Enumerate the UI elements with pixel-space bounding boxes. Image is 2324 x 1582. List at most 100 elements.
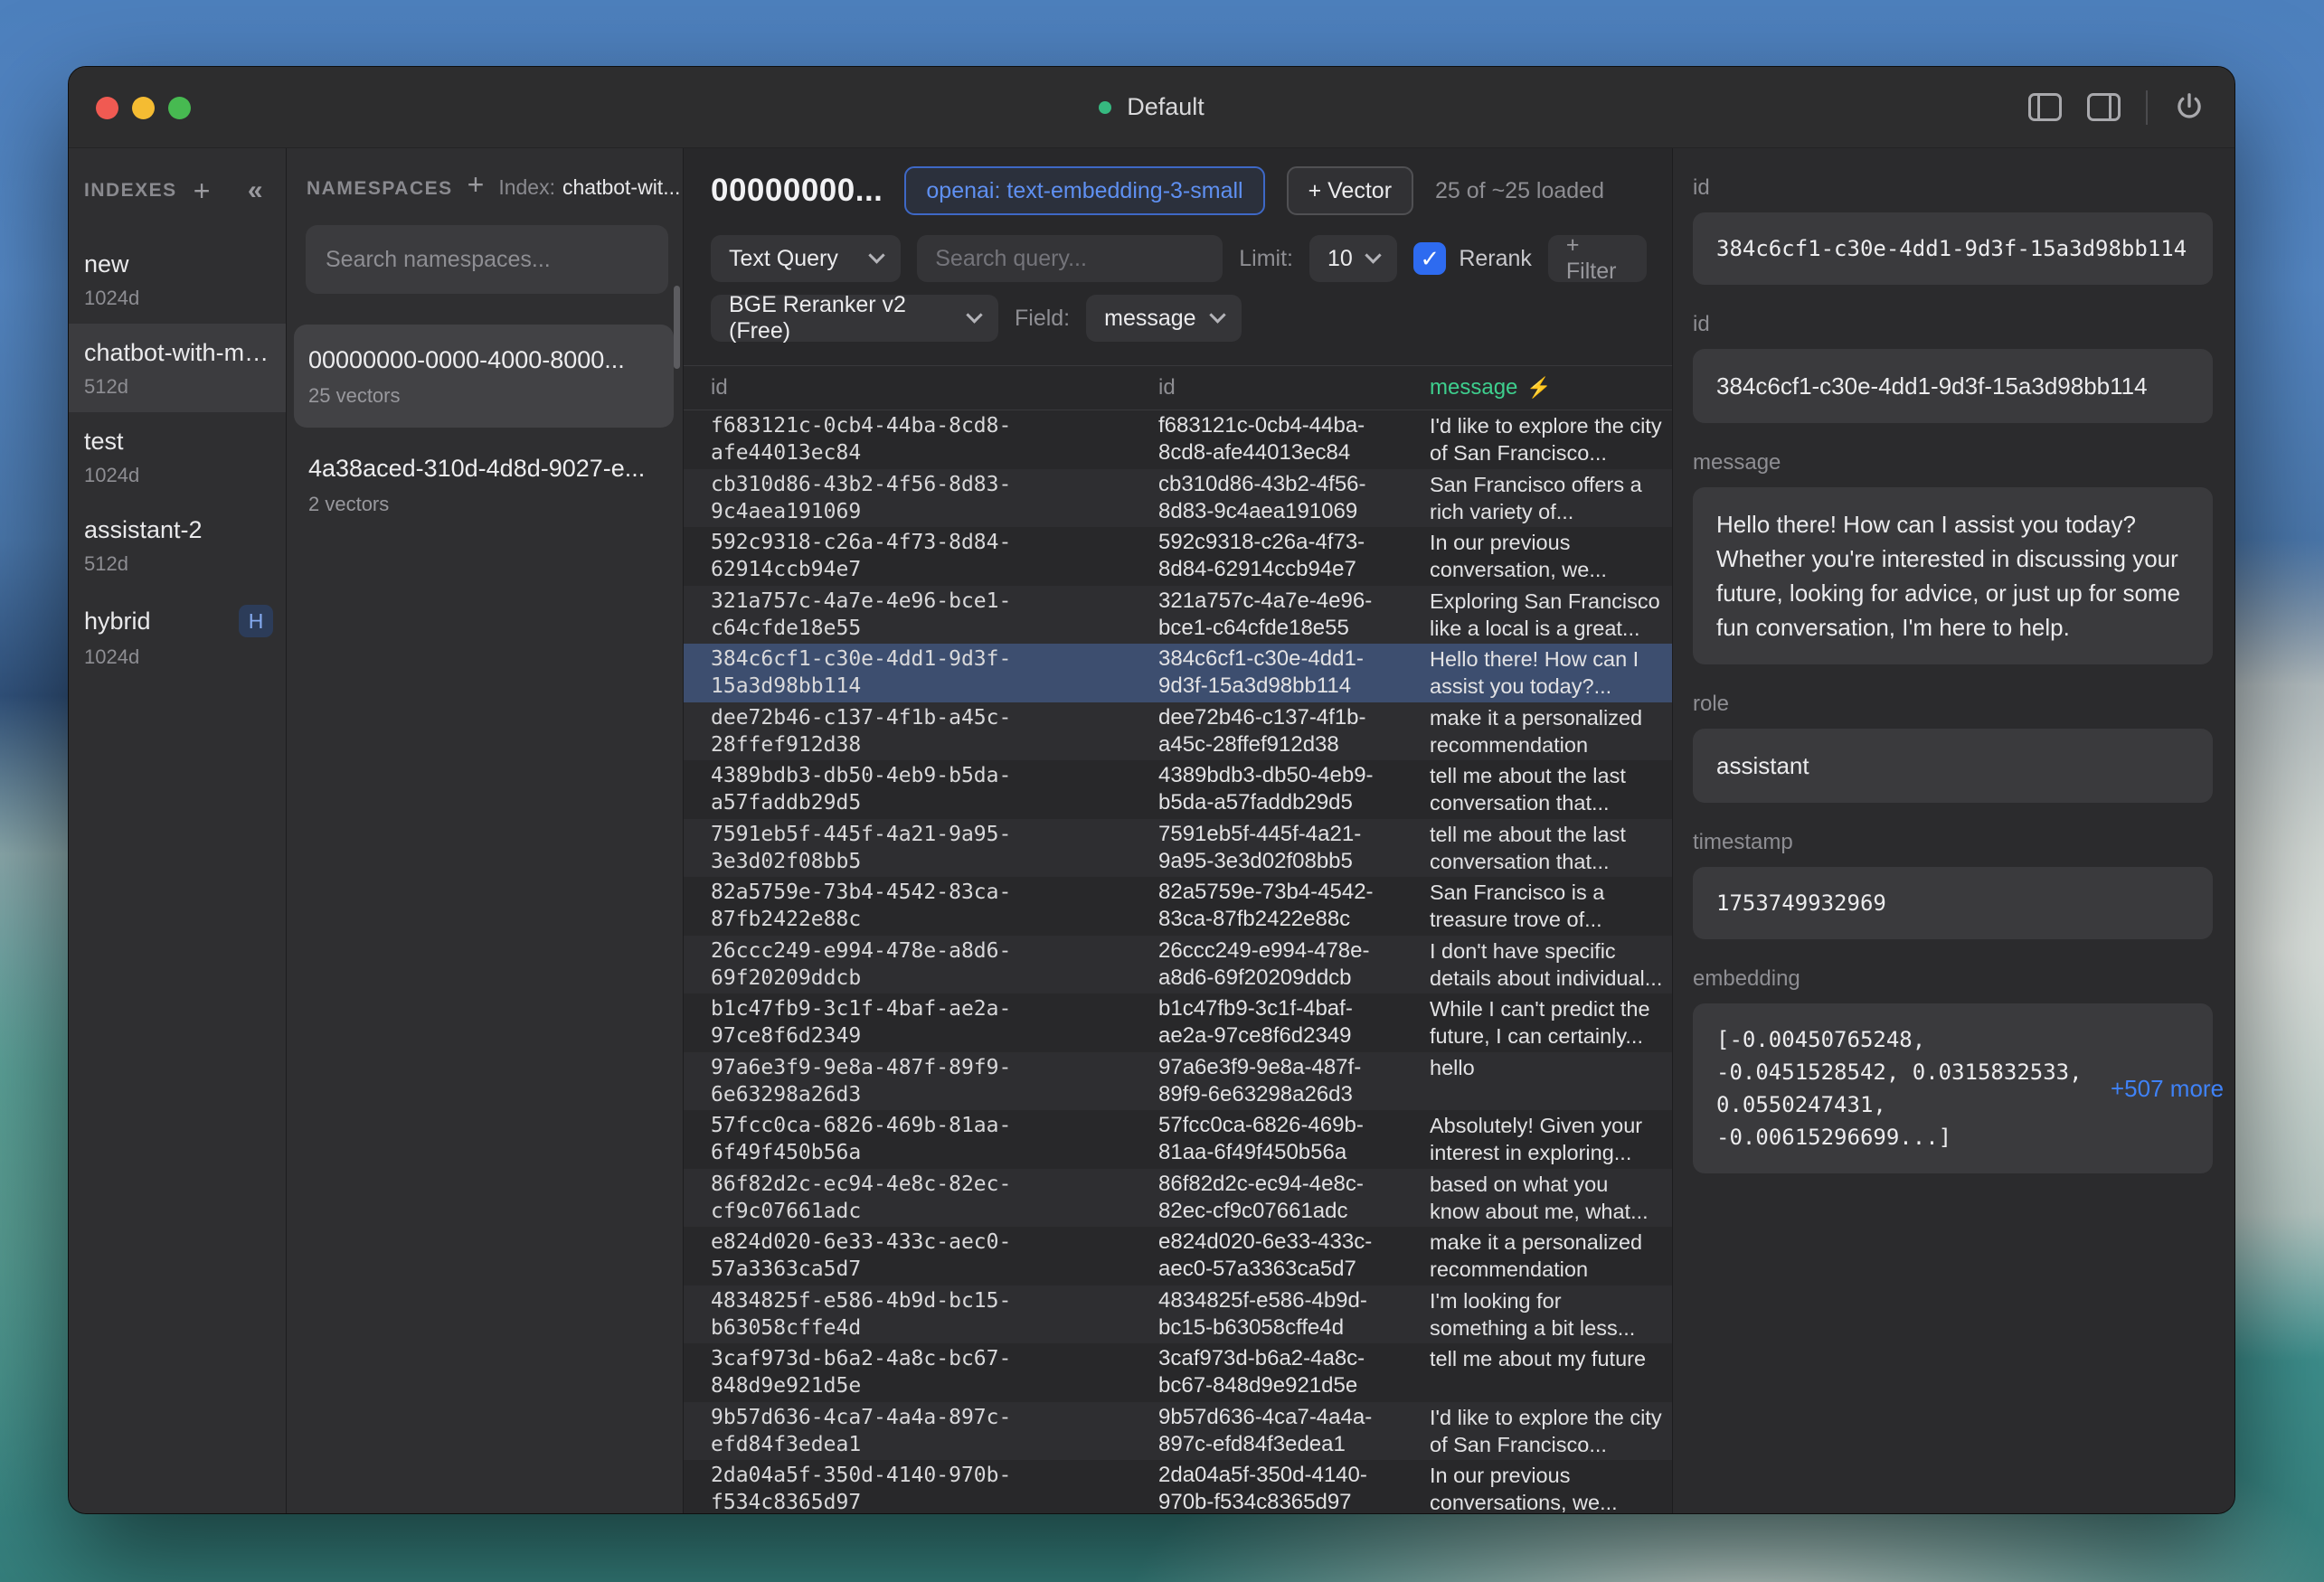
table-row[interactable]: 592c9318-c26a-4f73-8d84-62914ccb94e7 592… [684, 527, 1672, 586]
column-header-id-metadata[interactable]: id [1158, 375, 1430, 400]
detail-field: id 384c6cf1-c30e-4dd1-9d3f-15a3d98bb114 [1693, 175, 2213, 285]
field-label: Field: [1015, 306, 1070, 332]
collapse-sidebar-icon[interactable]: « [248, 175, 264, 206]
detail-field: id 384c6cf1-c30e-4dd1-9d3f-15a3d98bb114 [1693, 312, 2213, 423]
message-cell: Absolutely! Given your interest in explo… [1430, 1112, 1663, 1166]
detail-field-box[interactable]: assistant [1693, 729, 2213, 803]
add-namespace-icon[interactable]: + [468, 175, 485, 193]
rerank-checkbox[interactable]: ✓ [1413, 242, 1446, 275]
toggle-left-panel-icon[interactable] [2028, 93, 2062, 121]
connection-status-icon [1099, 101, 1111, 114]
embedding-model-badge[interactable]: openai: text-embedding-3-small [904, 166, 1264, 215]
metadata-id-cell: 97a6e3f9-9e8a-487f-89f9-6e63298a26d3 [1158, 1054, 1430, 1108]
message-cell: I'd like to explore the city of San Fran… [1430, 1404, 1663, 1458]
vector-id-cell: e824d020-6e33-433c-aec0-57a3363ca5d7 [711, 1229, 1158, 1283]
add-vector-button[interactable]: + Vector [1287, 166, 1413, 215]
limit-select[interactable]: 10 [1309, 235, 1397, 282]
column-header-id[interactable]: id [711, 375, 1158, 400]
namespace-item[interactable]: 4a38aced-310d-4d8d-9027-e... 2 vectors [294, 433, 674, 536]
add-index-icon[interactable]: + [194, 182, 212, 200]
namespaces-scrollbar[interactable] [674, 286, 680, 369]
table-row[interactable]: 97a6e3f9-9e8a-487f-89f9-6e63298a26d3 97a… [684, 1052, 1672, 1111]
embedding-more-link[interactable]: +507 more [2096, 1075, 2224, 1103]
detail-field-box[interactable]: 1753749932969 [1693, 867, 2213, 939]
table-row[interactable]: e824d020-6e33-433c-aec0-57a3363ca5d7 e82… [684, 1227, 1672, 1285]
query-mode-value: Text Query [729, 246, 838, 272]
namespace-search-input[interactable] [306, 225, 668, 294]
namespace-vector-count: 25 vectors [308, 384, 659, 408]
table-row[interactable]: 4389bdb3-db50-4eb9-b5da-a57faddb29d5 438… [684, 760, 1672, 819]
table-row[interactable]: dee72b46-c137-4f1b-a45c-28ffef912d38 dee… [684, 702, 1672, 761]
message-cell: In our previous conversations, we... [1430, 1462, 1663, 1513]
detail-field-box[interactable]: Hello there! How can I assist you today?… [1693, 487, 2213, 664]
sidebar-index-item[interactable]: test 1024d [69, 412, 286, 501]
table-row[interactable]: 86f82d2c-ec94-4e8c-82ec-cf9c07661adc 86f… [684, 1169, 1672, 1228]
indexes-header: INDEXES [84, 180, 177, 202]
vector-id-cell: 321a757c-4a7e-4e96-bce1-c64cfde18e55 [711, 588, 1158, 642]
table-row[interactable]: 3caf973d-b6a2-4a8c-bc67-848d9e921d5e 3ca… [684, 1343, 1672, 1402]
metadata-id-cell: 57fcc0ca-6826-469b-81aa-6f49f450b56a [1158, 1112, 1430, 1166]
field-value: message [1104, 306, 1195, 332]
sidebar-index-item[interactable]: assistant-2 512d [69, 501, 286, 589]
vector-id-cell: 4834825f-e586-4b9d-bc15-b63058cffe4d [711, 1287, 1158, 1342]
table-row[interactable]: 9b57d636-4ca7-4a4a-897c-efd84f3edea1 9b5… [684, 1402, 1672, 1461]
limit-label: Limit: [1239, 246, 1293, 272]
metadata-id-cell: cb310d86-43b2-4f56-8d83-9c4aea191069 [1158, 471, 1430, 525]
query-mode-select[interactable]: Text Query [711, 235, 901, 282]
metadata-id-cell: 2da04a5f-350d-4140-970b-f534c8365d97 [1158, 1462, 1430, 1513]
loaded-status: 25 of ~25 loaded [1435, 178, 1604, 204]
vector-id-cell: cb310d86-43b2-4f56-8d83-9c4aea191069 [711, 471, 1158, 525]
sidebar-index-item[interactable]: new 1024d [69, 235, 286, 324]
detail-field: timestamp 1753749932969 [1693, 830, 2213, 939]
table-row[interactable]: f683121c-0cb4-44ba-8cd8-afe44013ec84 f68… [684, 410, 1672, 469]
index-name: hybrid [84, 607, 151, 636]
table-row[interactable]: cb310d86-43b2-4f56-8d83-9c4aea191069 cb3… [684, 469, 1672, 528]
detail-field-box[interactable]: 384c6cf1-c30e-4dd1-9d3f-15a3d98bb114 [1693, 349, 2213, 423]
vector-id-cell: 592c9318-c26a-4f73-8d84-62914ccb94e7 [711, 529, 1158, 583]
table-row[interactable]: 2da04a5f-350d-4140-970b-f534c8365d97 2da… [684, 1460, 1672, 1513]
metadata-id-cell: f683121c-0cb4-44ba-8cd8-afe44013ec84 [1158, 412, 1430, 466]
index-dimensions: 1024d [84, 287, 273, 310]
titlebar: Default [69, 67, 2234, 148]
sidebar-index-item[interactable]: chatbot-with-me... 512d [69, 324, 286, 412]
chevron-down-icon [869, 247, 885, 263]
toggle-right-panel-icon[interactable] [2087, 93, 2121, 121]
search-query-input[interactable] [917, 235, 1223, 282]
vector-id-cell: b1c47fb9-3c1f-4baf-ae2a-97ce8f6d2349 [711, 995, 1158, 1050]
table-row[interactable]: 321a757c-4a7e-4e96-bce1-c64cfde18e55 321… [684, 586, 1672, 645]
table-row[interactable]: 7591eb5f-445f-4a21-9a95-3e3d02f08bb5 759… [684, 819, 1672, 878]
power-icon[interactable] [2173, 91, 2206, 124]
index-label: Index: [498, 175, 555, 200]
close-window-button[interactable] [96, 97, 118, 119]
namespaces-header: NAMESPACES [307, 178, 453, 200]
zoom-window-button[interactable] [168, 97, 191, 119]
detail-field-box[interactable]: 384c6cf1-c30e-4dd1-9d3f-15a3d98bb114 [1693, 212, 2213, 285]
column-header-message[interactable]: message ⚡ [1430, 375, 1672, 400]
index-name: test [84, 428, 124, 456]
message-cell: based on what you know about me, what... [1430, 1171, 1663, 1225]
titlebar-divider [2146, 90, 2148, 125]
metadata-id-cell: 82a5759e-73b4-4542-83ca-87fb2422e88c [1158, 879, 1430, 933]
detail-field-box[interactable]: [-0.00450765248, -0.0451528542, 0.031583… [1693, 1003, 2213, 1173]
table-row[interactable]: 26ccc249-e994-478e-a8d6-69f20209ddcb 26c… [684, 936, 1672, 994]
sidebar-index-item[interactable]: hybrid H 1024d [69, 589, 286, 683]
add-filter-button[interactable]: + Filter [1548, 235, 1647, 282]
message-cell: In our previous conversation, we... [1430, 529, 1663, 583]
field-select[interactable]: message [1086, 295, 1242, 342]
table-row[interactable]: 384c6cf1-c30e-4dd1-9d3f-15a3d98bb114 384… [684, 644, 1672, 702]
table-row[interactable]: 82a5759e-73b4-4542-83ca-87fb2422e88c 82a… [684, 877, 1672, 936]
vector-id-cell: 97a6e3f9-9e8a-487f-89f9-6e63298a26d3 [711, 1054, 1158, 1108]
index-dimensions: 1024d [84, 645, 273, 669]
table-row[interactable]: b1c47fb9-3c1f-4baf-ae2a-97ce8f6d2349 b1c… [684, 993, 1672, 1052]
metadata-id-cell: 321a757c-4a7e-4e96-bce1-c64cfde18e55 [1158, 588, 1430, 642]
detail-field-value: 1753749932969 [1716, 887, 1886, 919]
namespace-item[interactable]: 00000000-0000-4000-8000... 25 vectors [294, 325, 674, 428]
detail-field: embedding [-0.00450765248, -0.0451528542… [1693, 966, 2213, 1173]
minimize-window-button[interactable] [132, 97, 155, 119]
table-row[interactable]: 4834825f-e586-4b9d-bc15-b63058cffe4d 483… [684, 1285, 1672, 1344]
reranker-select[interactable]: BGE Reranker v2 (Free) [711, 295, 998, 342]
namespace-name: 00000000-0000-4000-8000... [308, 346, 659, 374]
message-cell: I'd like to explore the city of San Fran… [1430, 412, 1663, 466]
vector-id-cell: 57fcc0ca-6826-469b-81aa-6f49f450b56a [711, 1112, 1158, 1166]
table-row[interactable]: 57fcc0ca-6826-469b-81aa-6f49f450b56a 57f… [684, 1110, 1672, 1169]
